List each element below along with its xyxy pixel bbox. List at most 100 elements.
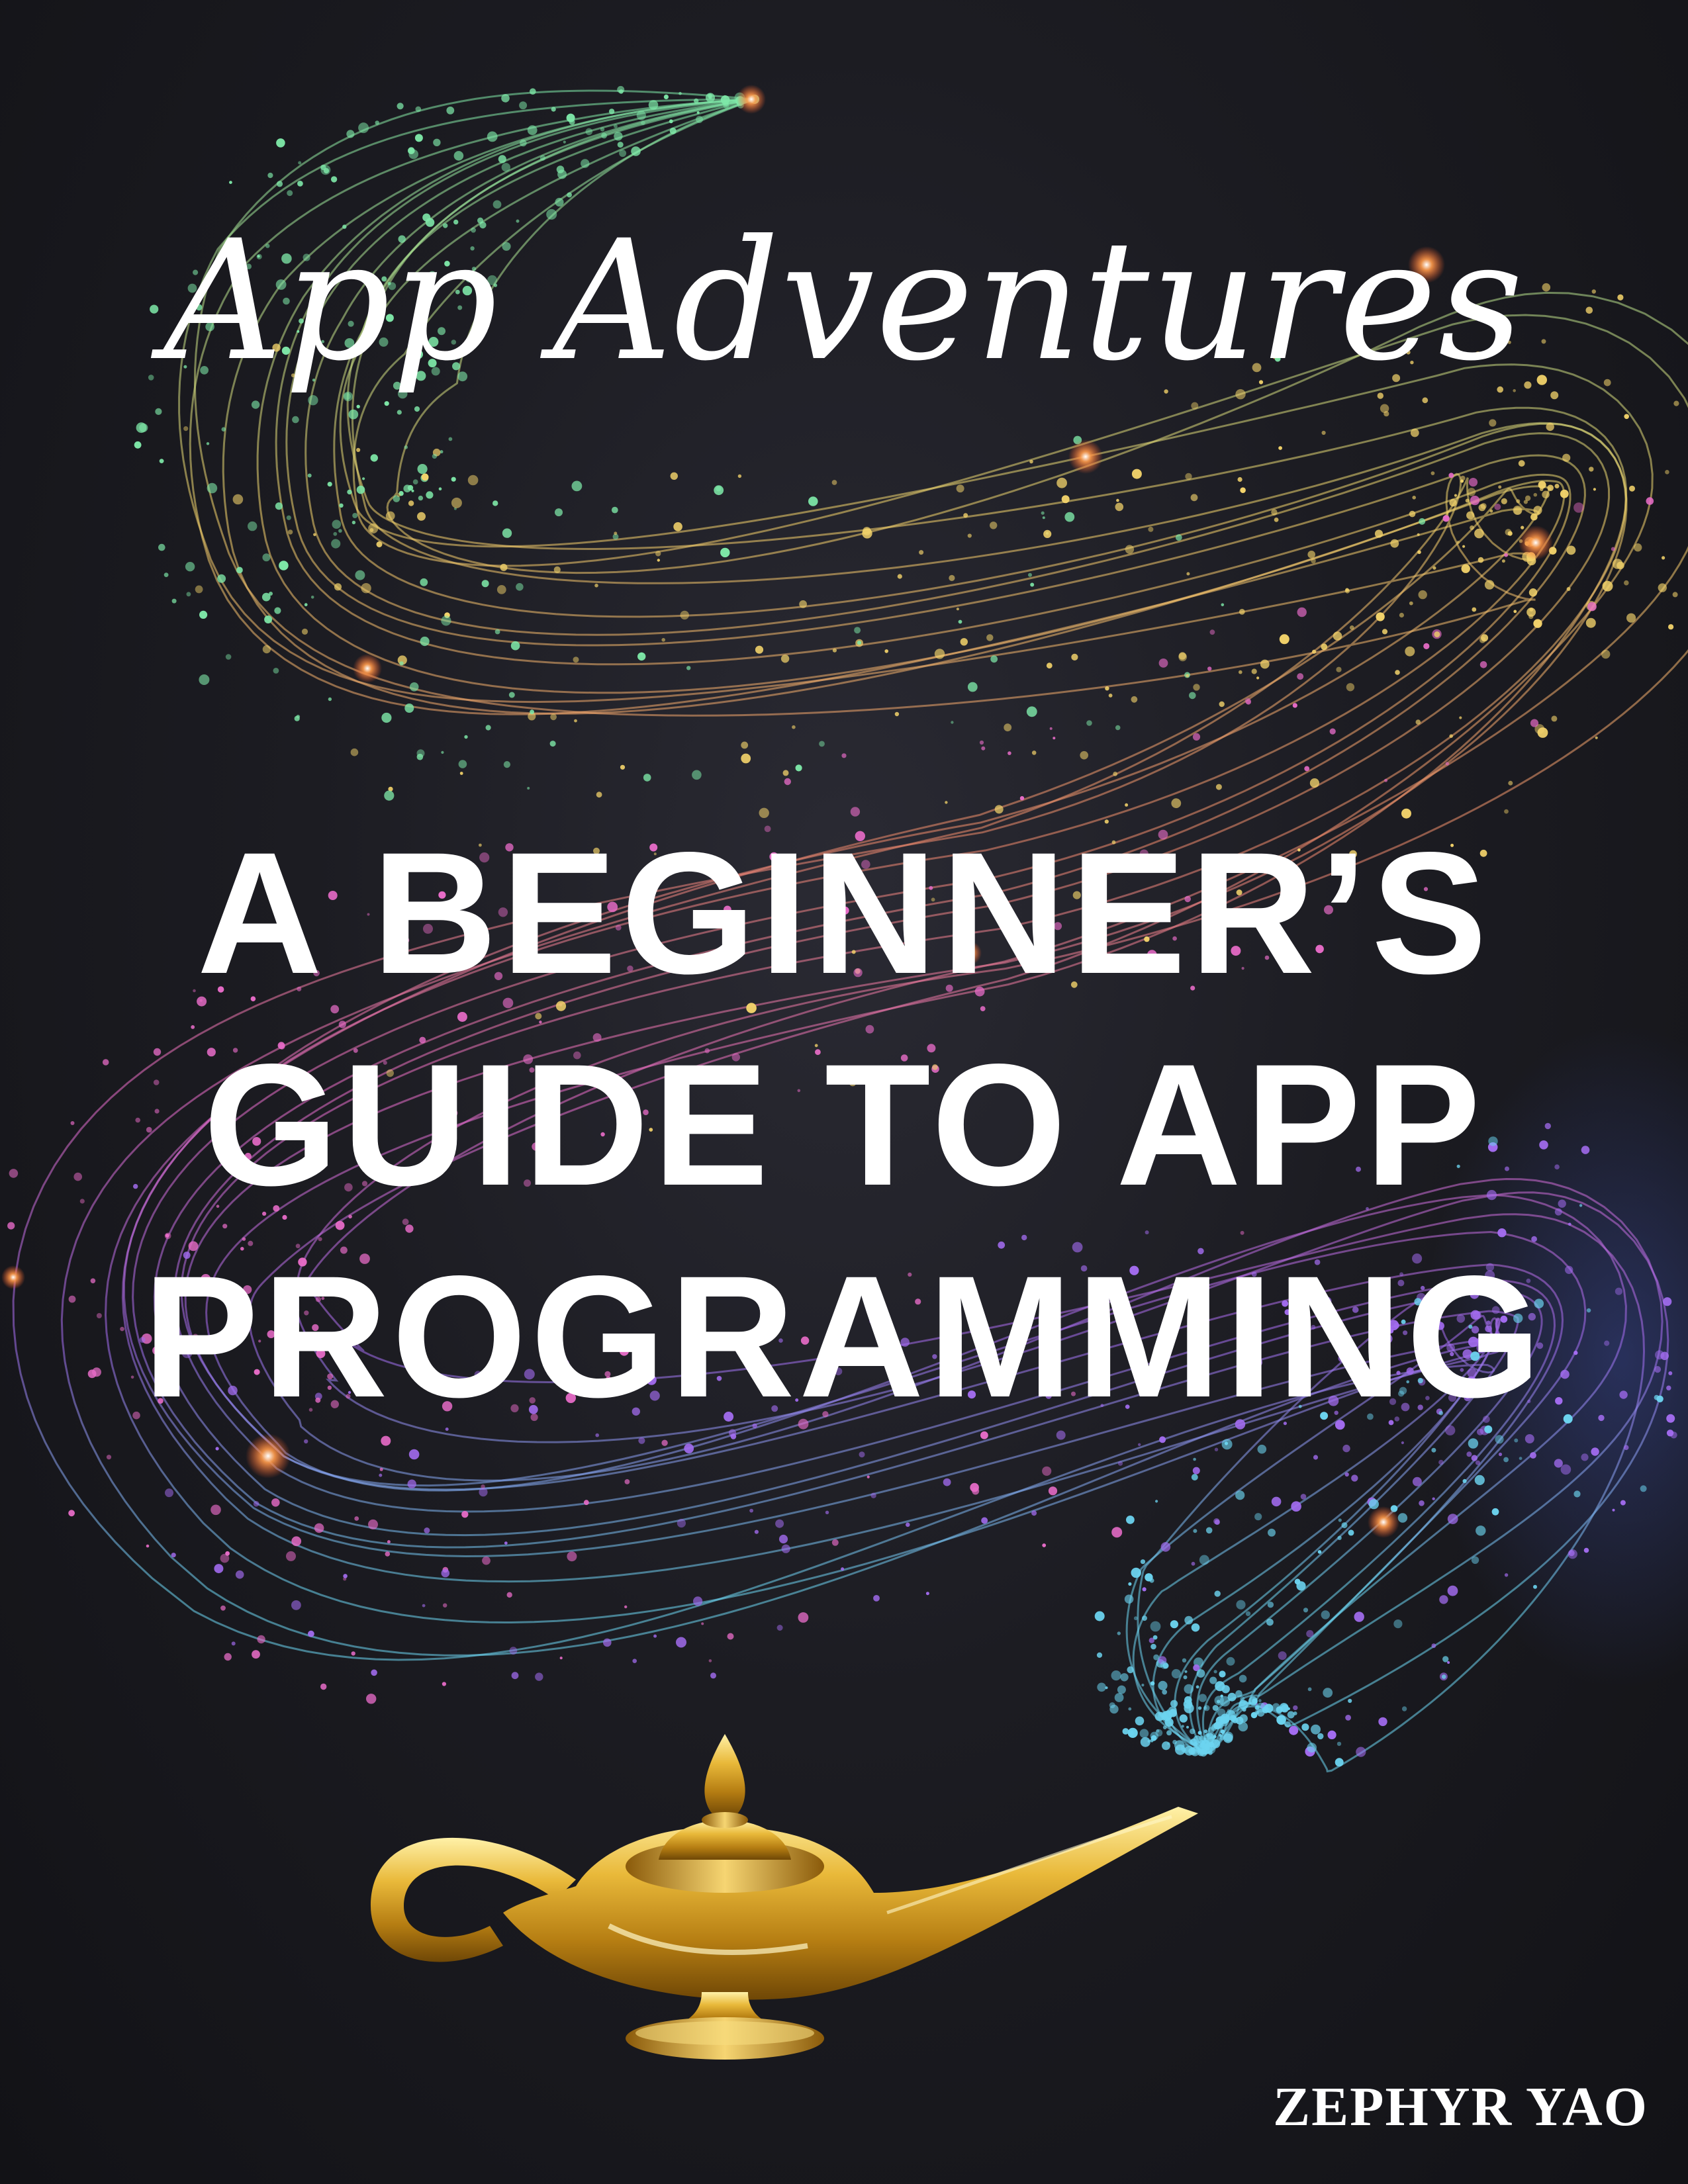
sparkle-dot bbox=[1417, 533, 1420, 536]
sparkle-dot bbox=[1171, 1668, 1181, 1679]
book-cover: App Adventures A BEGINNER’S GUIDE TO APP… bbox=[0, 0, 1688, 2184]
sparkle-dot bbox=[653, 1634, 657, 1638]
sparkle-dot bbox=[1297, 607, 1307, 617]
sparkle-dot bbox=[1624, 580, 1629, 586]
sparkle-dot bbox=[1344, 1472, 1349, 1477]
sparkle-dot bbox=[1477, 557, 1484, 563]
sparkle-dot bbox=[1116, 498, 1119, 502]
sparkle-dot bbox=[158, 543, 165, 551]
sparkle-dot bbox=[502, 528, 512, 538]
sparkle-dot bbox=[1335, 1758, 1344, 1767]
sparkle-dot bbox=[1212, 1705, 1219, 1711]
sparkle-dot bbox=[1193, 684, 1200, 691]
sparkle-dot bbox=[1131, 696, 1138, 703]
sparkle-dot bbox=[516, 583, 524, 591]
sparkle-dot bbox=[155, 408, 162, 416]
sparkle-dot bbox=[781, 1544, 790, 1553]
sparkle-dot bbox=[1348, 1529, 1354, 1536]
sparkle-dot bbox=[870, 1492, 876, 1498]
sparkle-dot bbox=[343, 1574, 348, 1578]
sparkle-dot bbox=[897, 574, 902, 579]
sparkle-dot bbox=[1207, 666, 1212, 671]
sparkle-dot bbox=[1504, 1573, 1509, 1577]
sparkle-dot bbox=[1382, 629, 1388, 635]
sparkle-dot bbox=[264, 615, 273, 623]
sparkle-dot bbox=[397, 492, 401, 497]
sparkle-dot bbox=[1479, 661, 1487, 668]
sparkle-dot bbox=[1117, 1685, 1126, 1694]
sparkle-dot bbox=[165, 1488, 173, 1498]
sparkle-dot bbox=[1581, 1453, 1589, 1461]
sparkle-dot bbox=[1029, 459, 1033, 464]
sparkle-dot bbox=[1528, 614, 1534, 619]
sparkle-dot bbox=[555, 508, 563, 517]
sparkle-dot bbox=[407, 1479, 416, 1488]
sparkle-dot bbox=[1140, 1559, 1146, 1565]
sparkle-dot bbox=[1236, 1600, 1246, 1610]
sparkle-dot bbox=[778, 1534, 788, 1544]
sparkle-dot bbox=[1547, 484, 1554, 491]
sparkle-dot bbox=[1383, 411, 1389, 417]
sparkle-dot bbox=[723, 101, 729, 107]
sparkle-dot bbox=[1583, 1547, 1589, 1553]
sparkle-dot bbox=[1550, 391, 1559, 400]
sparkle-dot bbox=[511, 1672, 519, 1680]
sparkle-dot bbox=[1152, 1635, 1158, 1640]
sparkle-dot bbox=[376, 541, 383, 547]
sparkle-dot bbox=[1192, 1467, 1200, 1475]
sparkle-dot bbox=[798, 1612, 809, 1623]
sparkle-dot bbox=[1513, 506, 1522, 515]
sparkle-dot bbox=[211, 1504, 221, 1516]
sparkle-dot bbox=[569, 118, 575, 125]
sparkle-dot bbox=[1170, 1620, 1178, 1629]
sparkle-dot bbox=[943, 1478, 951, 1486]
sparkle-dot bbox=[1239, 670, 1243, 674]
sparkle-dot bbox=[1345, 588, 1349, 592]
sparkle-dot bbox=[351, 1651, 355, 1656]
sparkle-dot bbox=[1537, 727, 1548, 738]
sparkle-dot bbox=[339, 503, 344, 508]
sparkle-dot bbox=[1307, 551, 1315, 559]
sparkle-dot bbox=[1395, 670, 1400, 675]
sparkle-dot bbox=[705, 93, 716, 103]
sparkle-dot bbox=[1196, 1669, 1205, 1678]
sparkle-dot bbox=[603, 1638, 612, 1647]
sparkle-dot bbox=[1239, 1700, 1246, 1707]
sparkle-dot bbox=[967, 533, 972, 538]
sparkle-dot bbox=[549, 741, 556, 747]
sparkle-dot bbox=[1432, 566, 1436, 570]
sparkle-dot bbox=[981, 1517, 988, 1524]
sparkle-dot bbox=[867, 1475, 870, 1479]
sparkle-dot bbox=[1237, 477, 1243, 482]
sparkle-dot bbox=[1191, 402, 1199, 410]
sparkle-dot bbox=[1198, 1694, 1207, 1702]
sparkle-dot bbox=[1209, 1676, 1217, 1684]
sparkle-dot bbox=[186, 592, 191, 597]
sparkle-dot bbox=[1278, 1651, 1287, 1661]
sparkle-dot bbox=[1476, 1525, 1486, 1536]
sparkle-dot bbox=[1434, 631, 1440, 637]
sparkle-dot bbox=[1489, 419, 1497, 427]
sparkle-dot bbox=[1186, 674, 1190, 678]
sparkle-dot bbox=[741, 753, 751, 764]
sparkle-dot bbox=[414, 134, 423, 142]
sparkle-dot bbox=[236, 567, 243, 574]
sparkle-dot bbox=[527, 125, 538, 136]
sparkle-dot bbox=[332, 520, 342, 529]
sparkle-dot bbox=[1317, 1733, 1324, 1740]
sparkle-dot bbox=[1399, 612, 1404, 618]
sparkle-dot bbox=[1215, 784, 1222, 790]
sparkle-dot bbox=[1311, 1724, 1321, 1735]
sparkle-dot bbox=[857, 641, 862, 645]
sparkle-dot bbox=[331, 539, 341, 549]
author-name: ZEPHYR YAO bbox=[1273, 2076, 1648, 2138]
sparkle-dot bbox=[1662, 556, 1665, 560]
sparkle-dot bbox=[441, 615, 451, 626]
sparkle-dot bbox=[1480, 503, 1487, 510]
sparkle-dot bbox=[776, 1625, 783, 1631]
sparkle-dot bbox=[1538, 480, 1546, 489]
sparkle-dot bbox=[1297, 673, 1304, 680]
sparkle-dot bbox=[1189, 692, 1196, 700]
sparkle-dot bbox=[1113, 772, 1118, 776]
sparkle-dot bbox=[356, 485, 365, 494]
